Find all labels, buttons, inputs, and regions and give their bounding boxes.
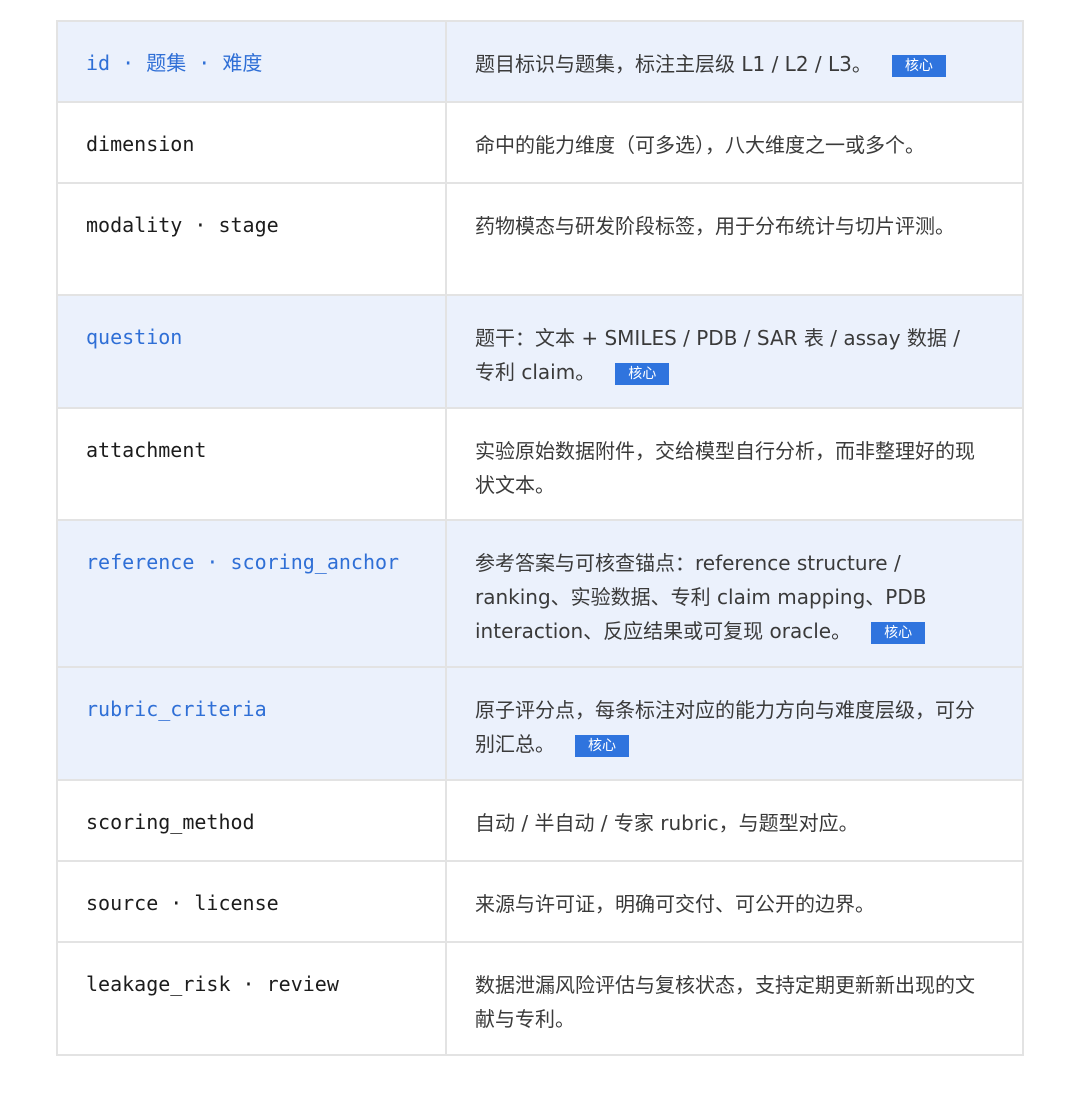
table-row: scoring_method 自动 / 半自动 / 专家 rubric，与题型对… xyxy=(58,781,1024,862)
field-description: 数据泄漏风险评估与复核状态，支持定期更新新出现的文献与专利。 xyxy=(447,943,1024,1056)
description-text: 原子评分点，每条标注对应的能力方向与难度层级，可分别汇总。 xyxy=(475,698,975,756)
field-description: 药物模态与研发阶段标签，用于分布统计与切片评测。 xyxy=(447,184,1024,296)
description-text: 题干：文本 + SMILES / PDB / SAR 表 / assay 数据 … xyxy=(475,326,960,384)
description-text: 数据泄漏风险评估与复核状态，支持定期更新新出现的文献与专利。 xyxy=(475,973,975,1031)
field-name: rubric_criteria xyxy=(58,668,447,781)
field-name: question xyxy=(58,296,447,409)
description-text: 药物模态与研发阶段标签，用于分布统计与切片评测。 xyxy=(475,214,955,238)
table-row: id · 题集 · 难度 题目标识与题集，标注主层级 L1 / L2 / L3。… xyxy=(58,22,1024,103)
description-text: 自动 / 半自动 / 专家 rubric，与题型对应。 xyxy=(475,811,859,835)
description-text: 来源与许可证，明确可交付、可公开的边界。 xyxy=(475,892,875,916)
field-name: source · license xyxy=(58,862,447,943)
core-badge: 核心 xyxy=(575,735,629,757)
field-name: id · 题集 · 难度 xyxy=(58,22,447,103)
table-row: attachment 实验原始数据附件，交给模型自行分析，而非整理好的现状文本。 xyxy=(58,409,1024,521)
table-row: reference · scoring_anchor 参考答案与可核查锚点：re… xyxy=(58,521,1024,668)
core-badge: 核心 xyxy=(871,622,926,644)
table-row: rubric_criteria 原子评分点，每条标注对应的能力方向与难度层级，可… xyxy=(58,668,1024,781)
field-name: reference · scoring_anchor xyxy=(58,521,447,668)
field-name: scoring_method xyxy=(58,781,447,862)
table-row: source · license 来源与许可证，明确可交付、可公开的边界。 xyxy=(58,862,1024,943)
table-row: question 题干：文本 + SMILES / PDB / SAR 表 / … xyxy=(58,296,1024,409)
field-description: 来源与许可证，明确可交付、可公开的边界。 xyxy=(447,862,1024,943)
core-badge: 核心 xyxy=(891,55,946,77)
field-name: dimension xyxy=(58,103,447,184)
description-text: 实验原始数据附件，交给模型自行分析，而非整理好的现状文本。 xyxy=(475,439,975,497)
description-text: 题目标识与题集，标注主层级 L1 / L2 / L3。 xyxy=(475,52,872,76)
field-description: 题干：文本 + SMILES / PDB / SAR 表 / assay 数据 … xyxy=(447,296,1024,409)
field-description: 参考答案与可核查锚点：reference structure / ranking… xyxy=(447,521,1024,668)
description-text: 命中的能力维度（可多选），八大维度之一或多个。 xyxy=(475,133,925,157)
table-row: modality · stage 药物模态与研发阶段标签，用于分布统计与切片评测… xyxy=(58,184,1024,296)
description-text: 参考答案与可核查锚点：reference structure / ranking… xyxy=(475,551,927,643)
field-description: 实验原始数据附件，交给模型自行分析，而非整理好的现状文本。 xyxy=(447,409,1024,521)
field-name: attachment xyxy=(58,409,447,521)
field-description: 原子评分点，每条标注对应的能力方向与难度层级，可分别汇总。 核心 xyxy=(447,668,1024,781)
table-row: dimension 命中的能力维度（可多选），八大维度之一或多个。 xyxy=(58,103,1024,184)
field-description: 命中的能力维度（可多选），八大维度之一或多个。 xyxy=(447,103,1024,184)
field-description: 题目标识与题集，标注主层级 L1 / L2 / L3。 核心 xyxy=(447,22,1024,103)
core-badge: 核心 xyxy=(615,363,670,385)
field-spec-table: id · 题集 · 难度 题目标识与题集，标注主层级 L1 / L2 / L3。… xyxy=(56,20,1024,1056)
field-description: 自动 / 半自动 / 专家 rubric，与题型对应。 xyxy=(447,781,1024,862)
field-name: leakage_risk · review xyxy=(58,943,447,1056)
field-name: modality · stage xyxy=(58,184,447,296)
table-row: leakage_risk · review 数据泄漏风险评估与复核状态，支持定期… xyxy=(58,943,1024,1056)
